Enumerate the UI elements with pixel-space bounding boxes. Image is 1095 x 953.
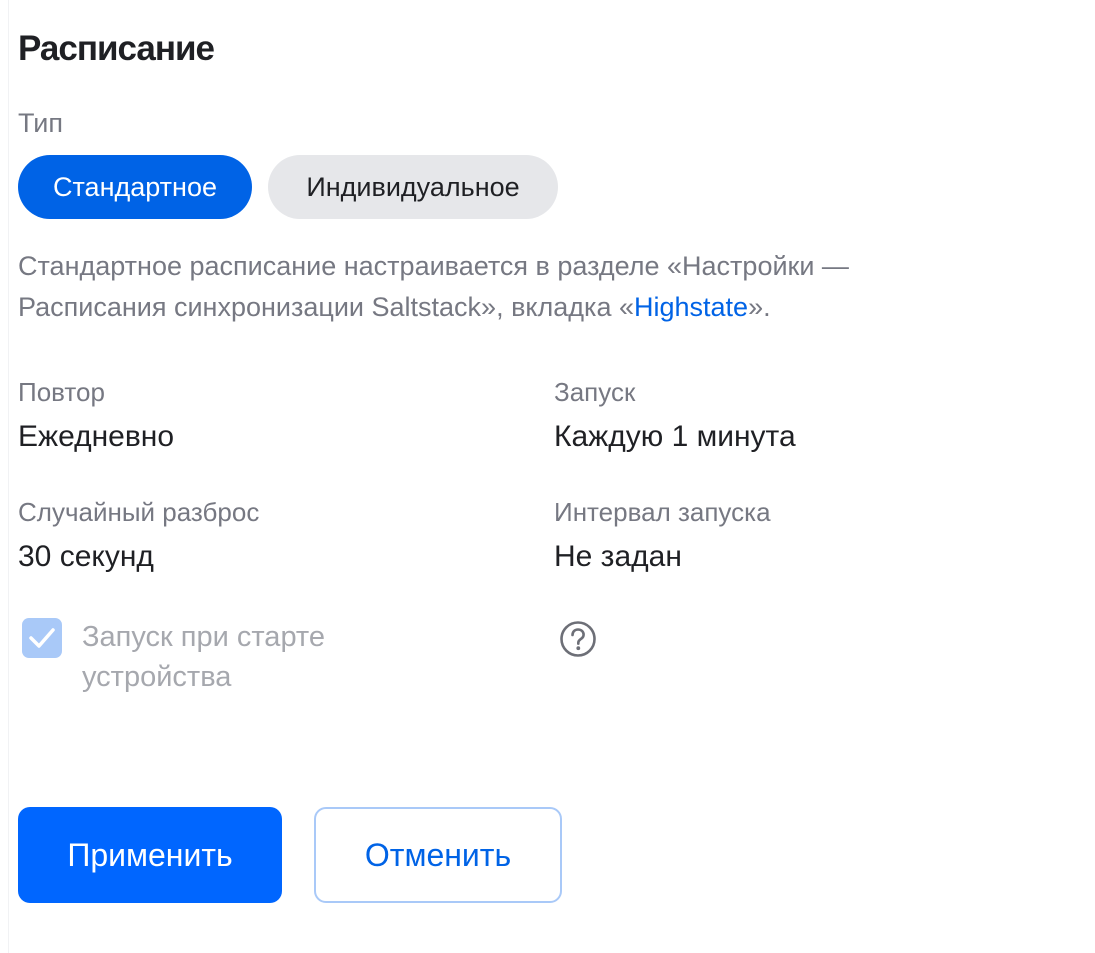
panel-left-edge bbox=[8, 0, 9, 953]
description-text: Расписания синхронизации Saltstack», вкл… bbox=[18, 292, 634, 322]
description-line-2: Расписания синхронизации Saltstack», вкл… bbox=[18, 287, 1018, 328]
startup-launch-checkbox[interactable] bbox=[22, 618, 62, 658]
random-spread-value: 30 секунд bbox=[18, 540, 154, 573]
type-label: Тип bbox=[18, 108, 64, 138]
description-text-end: ». bbox=[748, 292, 771, 322]
launch-value: Каждую 1 минута bbox=[554, 420, 796, 453]
cancel-button[interactable]: Отменить bbox=[314, 807, 562, 903]
type-option-individual[interactable]: Индивидуальное bbox=[268, 155, 558, 219]
launch-interval-label: Интервал запуска bbox=[554, 497, 771, 527]
launch-interval-value: Не задан bbox=[554, 540, 682, 573]
launch-label: Запуск bbox=[554, 377, 636, 407]
page-title: Расписание bbox=[18, 29, 215, 68]
repeat-value: Ежедневно bbox=[18, 420, 175, 453]
type-option-standard[interactable]: Стандартное bbox=[18, 155, 252, 219]
random-spread-label: Случайный разброс bbox=[18, 497, 260, 527]
help-circle-icon[interactable] bbox=[559, 620, 597, 658]
startup-launch-label: Запуск при старте устройства bbox=[82, 621, 326, 693]
highstate-link[interactable]: Highstate bbox=[634, 292, 748, 322]
repeat-label: Повтор bbox=[18, 377, 105, 407]
description-line-1: Стандартное расписание настраивается в р… bbox=[18, 251, 849, 281]
schedule-description: Стандартное расписание настраивается в р… bbox=[18, 246, 1018, 328]
check-icon bbox=[29, 628, 55, 648]
apply-button[interactable]: Применить bbox=[18, 807, 282, 903]
